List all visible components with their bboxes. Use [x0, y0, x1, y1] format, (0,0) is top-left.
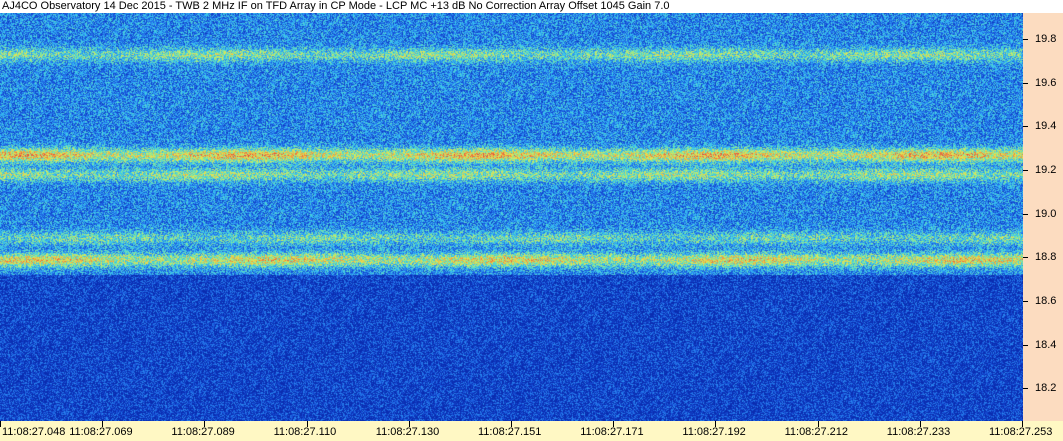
- y-tick: [1023, 213, 1028, 215]
- x-tick-label: 11:08:27.089: [171, 426, 235, 438]
- y-tick: [1023, 170, 1028, 172]
- y-tick: [1023, 388, 1028, 390]
- x-tick-label: 11:08:27.253: [989, 426, 1053, 438]
- y-tick: [1023, 301, 1028, 302]
- y-tick: [1023, 257, 1028, 259]
- y-tick-label: 19.2: [1035, 164, 1057, 177]
- y-tick-label: 19.8: [1035, 33, 1057, 46]
- x-tick-label: 11:08:27.048: [2, 426, 66, 438]
- x-tick-label: 11:08:27.151: [478, 426, 542, 438]
- x-tick-label: 11:08:27.069: [69, 426, 133, 438]
- x-tick-label: 11:08:27.110: [273, 426, 337, 438]
- y-tick: [1023, 344, 1028, 346]
- spectrogram-heatmap: [0, 13, 1023, 421]
- x-tick-label: 11:08:27.171: [580, 426, 644, 438]
- time-axis: 11:08:27.048 11:08:27.069 11:08:27.089 11:0…: [0, 421, 1063, 441]
- y-tick-label: 18.8: [1035, 251, 1057, 264]
- y-tick-label: 19.0: [1035, 207, 1057, 220]
- y-tick-label: 19.6: [1035, 76, 1057, 89]
- x-tick-label: 11:08:27.233: [886, 426, 951, 438]
- y-tick: [1023, 126, 1028, 128]
- x-tick-label: 11:08:27.192: [682, 426, 746, 438]
- chart-title: AJ4CO Observatory 14 Dec 2015 - TWB 2 MH…: [0, 0, 1063, 13]
- frequency-axis: 19.8 19.6 19.4 19.2 19.0 18.8 18.6 18.4 18.2: [1023, 13, 1063, 421]
- y-tick-label: 18.4: [1035, 338, 1057, 351]
- x-tick-label: 11:08:27.130: [375, 426, 440, 438]
- y-tick-label: 18.2: [1035, 382, 1057, 395]
- x-tick: [0, 421, 1, 427]
- x-tick-label: 11:08:27.212: [784, 426, 849, 438]
- y-tick: [1023, 39, 1028, 41]
- y-tick: [1023, 82, 1028, 84]
- y-tick-label: 18.6: [1035, 295, 1057, 307]
- y-tick-label: 19.4: [1035, 120, 1057, 133]
